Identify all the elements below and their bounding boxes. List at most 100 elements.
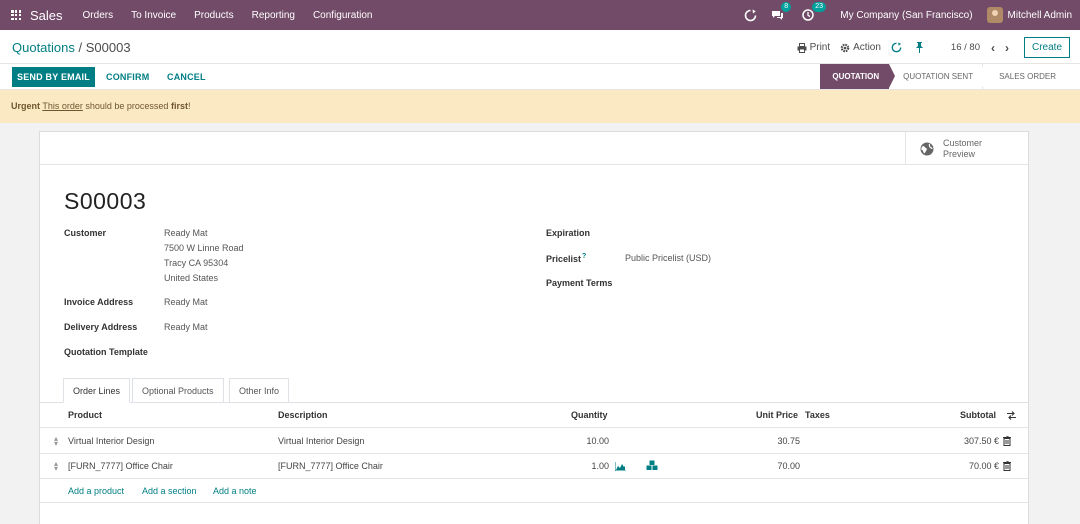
pager-next-icon[interactable]: › (1005, 41, 1009, 55)
line-quantity[interactable]: 1.00 (591, 461, 609, 471)
company-switcher[interactable]: My Company (San Francisco) (840, 10, 972, 21)
activities-badge: 23 (812, 2, 827, 12)
confirm-button[interactable]: CONFIRM (106, 67, 149, 87)
column-subtotal[interactable]: Subtotal (960, 410, 996, 420)
tab-optional-products[interactable]: Optional Products (132, 378, 224, 403)
add-section-link[interactable]: Add a section (142, 486, 197, 496)
line-subtotal: 70.00 € (968, 461, 999, 471)
line-quantity[interactable]: 10.00 (586, 436, 609, 446)
line-product[interactable]: [FURN_7777] Office Chair (68, 461, 173, 471)
send-by-email-button[interactable]: SEND BY EMAIL (12, 67, 95, 87)
invoice-address-label: Invoice Address (64, 297, 134, 307)
trash-icon[interactable] (1003, 436, 1011, 446)
pricelist-field[interactable]: Public Pricelist (USD) (625, 251, 711, 266)
customer-name: Ready Mat (164, 228, 208, 238)
delivery-address-label: Delivery Address (64, 322, 138, 332)
stage-sales-order-label: SALES ORDER (999, 72, 1056, 81)
order-line-row[interactable]: ▴ ▾ [FURN_7777] Office Chair [FURN_7777] … (40, 454, 1028, 479)
pager-value[interactable]: 16 / 80 (951, 42, 980, 53)
customer-preview-button[interactable]: Customer Preview (905, 132, 1028, 165)
add-note-link[interactable]: Add a note (213, 486, 257, 496)
user-avatar[interactable] (986, 7, 1003, 23)
record-title: S00003 (64, 188, 147, 214)
tab-order-lines[interactable]: Order Lines (63, 378, 131, 403)
customer-preview-label-2: Preview (943, 148, 976, 159)
customer-preview-label-1: Customer (943, 137, 983, 148)
app-name[interactable]: Sales (30, 8, 63, 23)
pin-icon[interactable] (915, 42, 927, 53)
main-navbar: Sales Orders To Invoice Products Reporti… (0, 0, 1080, 30)
column-taxes[interactable]: Taxes (805, 410, 830, 420)
app-menu-icon[interactable] (2, 0, 30, 30)
add-line-links: Add a product Add a section Add a note (40, 478, 1028, 503)
optional-columns-icon[interactable] (1007, 411, 1016, 420)
pricelist-help-icon[interactable]: ? (582, 253, 586, 260)
drag-handle-icon[interactable]: ▴ ▾ (54, 460, 60, 473)
column-description[interactable]: Description (278, 410, 328, 420)
customer-city: Tracy CA 95304 (164, 258, 229, 268)
customer-country: United States (164, 273, 219, 283)
cancel-button[interactable]: CANCEL (167, 67, 206, 87)
smart-button-box: Customer Preview (40, 132, 1028, 165)
line-subtotal: 307.50 € (963, 436, 999, 446)
line-unit-price[interactable]: 70.00 (777, 461, 800, 471)
stage-quotation-sent[interactable]: QUOTATION SENT (889, 64, 989, 89)
alert-order-link[interactable]: This order (42, 101, 83, 111)
alert-middle: should be processed (85, 101, 169, 111)
line-unit-price[interactable]: 30.75 (777, 436, 800, 446)
invoice-address-field[interactable]: Ready Mat (164, 295, 208, 310)
customer-label: Customer (64, 228, 107, 238)
pager-previous-icon[interactable]: ‹ (991, 41, 995, 55)
expiration-label: Expiration (546, 228, 591, 238)
activities-icon[interactable]: 23 (802, 2, 827, 21)
menu-reporting[interactable]: Reporting (252, 10, 295, 21)
user-menu[interactable]: Mitchell Admin (1008, 10, 1072, 21)
stage-quotation[interactable]: QUOTATION (820, 64, 896, 89)
cubes-icon[interactable] (646, 460, 658, 471)
pricelist-label: Pricelist? (546, 253, 586, 264)
menu-configuration[interactable]: Configuration (313, 10, 372, 21)
menu-to-invoice[interactable]: To Invoice (131, 10, 176, 21)
messages-badge: 8 (781, 2, 792, 12)
column-unit-price[interactable]: Unit Price (756, 410, 798, 420)
create-button[interactable]: Create (1023, 37, 1070, 58)
line-description[interactable]: [FURN_7777] Office Chair (278, 461, 383, 471)
action-button[interactable]: Action (840, 42, 881, 53)
print-button[interactable]: Print (797, 42, 831, 53)
payment-terms-field[interactable] (625, 276, 775, 291)
status-bar: SEND BY EMAIL CONFIRM CANCEL QUOTATION Q… (0, 64, 1080, 90)
add-product-link[interactable]: Add a product (68, 486, 124, 496)
refresh-record-icon[interactable] (891, 42, 905, 53)
line-product[interactable]: Virtual Interior Design (68, 436, 154, 446)
stage-sales-order[interactable]: SALES ORDER (983, 64, 1080, 89)
payment-terms-label: Payment Terms (546, 278, 613, 288)
breadcrumb-separator: / (78, 40, 83, 55)
breadcrumb-current: S00003 (85, 40, 131, 55)
stage-quotation-label: QUOTATION (832, 72, 880, 81)
line-description[interactable]: Virtual Interior Design (278, 436, 364, 446)
menu-orders[interactable]: Orders (83, 10, 114, 21)
delivery-address-field[interactable]: Ready Mat (164, 320, 208, 335)
expiration-field[interactable] (625, 226, 775, 241)
order-line-row[interactable]: ▴ ▾ Virtual Interior Design Virtual Inter… (40, 429, 1028, 454)
column-quantity[interactable]: Quantity (571, 410, 608, 420)
trash-icon[interactable] (1003, 461, 1011, 471)
form-sheet: Customer Preview S00003 Customer Ready M… (39, 131, 1029, 524)
menu-products[interactable]: Products (194, 10, 233, 21)
refresh-icon[interactable] (744, 9, 757, 22)
quotation-template-field[interactable] (164, 345, 314, 360)
print-label: Print (809, 42, 831, 53)
breadcrumb: Quotations / S00003 (12, 40, 131, 55)
drag-handle-icon[interactable]: ▴ ▾ (54, 435, 60, 448)
customer-field[interactable]: Ready Mat 7500 W Linne Road Tracy CA 953… (164, 226, 244, 286)
tab-other-info[interactable]: Other Info (229, 378, 290, 403)
forecast-chart-icon[interactable] (615, 462, 626, 471)
stage-pipeline: QUOTATION QUOTATION SENT SALES ORDER (820, 64, 1080, 89)
print-icon (797, 42, 807, 53)
breadcrumb-quotations[interactable]: Quotations (12, 40, 75, 55)
action-label: Action (853, 42, 881, 53)
alert-emphasis: first (170, 101, 188, 111)
messages-icon[interactable]: 8 (771, 2, 792, 21)
column-product[interactable]: Product (68, 410, 102, 420)
gear-icon (840, 43, 850, 52)
